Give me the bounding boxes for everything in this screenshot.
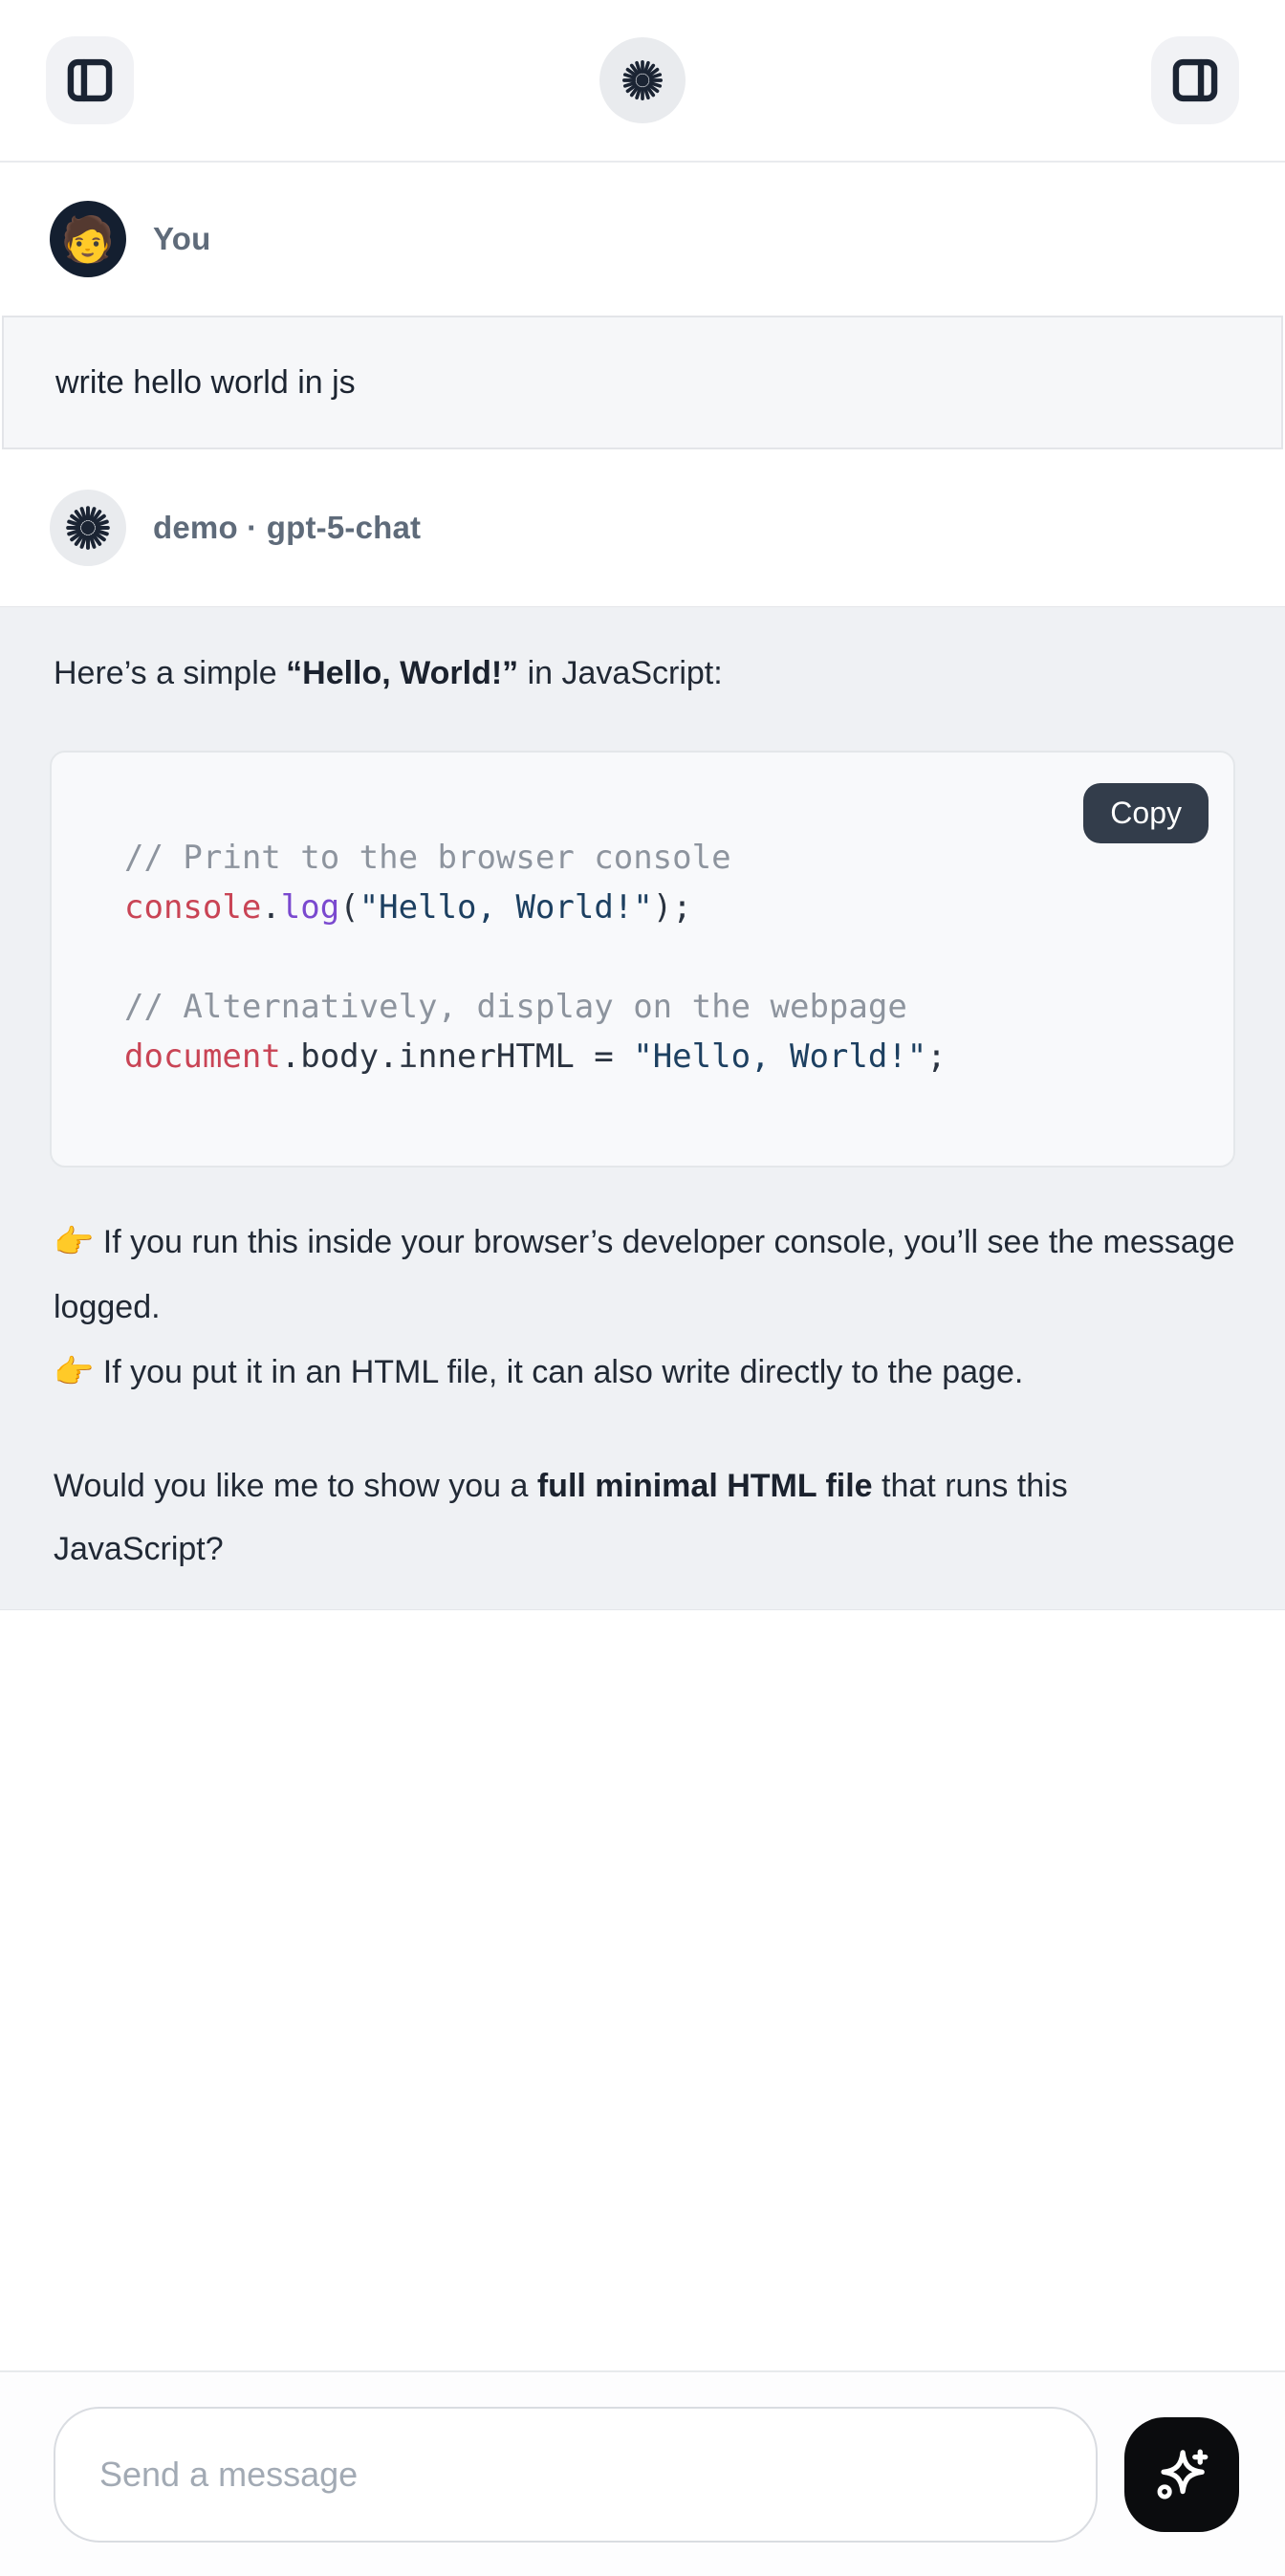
assistant-closing-paragraph: Would you like me to show you a full min… [50, 1454, 1235, 1581]
app-logo-button[interactable] [599, 37, 686, 123]
sidebar-toggle-button[interactable] [46, 36, 134, 124]
user-message-bubble: write hello world in js [2, 316, 1283, 449]
composer-bar [0, 2370, 1285, 2576]
code-block: Copy // Print to the browser consolecons… [50, 751, 1235, 1168]
assistant-sender-label: demo · gpt-5-chat [153, 510, 421, 546]
closing-bold-text: full minimal HTML file [537, 1468, 873, 1504]
user-sender-label: You [153, 221, 210, 257]
code-content: // Print to the browser consoleconsole.l… [52, 753, 1233, 1166]
assistant-message-bubble: Here’s a simple “Hello, World!” in JavaS… [0, 606, 1285, 1610]
assistant-intro-paragraph: Here’s a simple “Hello, World!” in JavaS… [50, 642, 1235, 705]
code-line: console.log("Hello, World!"); [124, 883, 1195, 932]
assistant-message-header: demo · gpt-5-chat [0, 449, 1285, 606]
message-input[interactable] [54, 2407, 1098, 2543]
top-bar [0, 0, 1285, 163]
code-line: document.body.innerHTML = "Hello, World!… [124, 1032, 1195, 1081]
panel-left-icon [63, 54, 117, 107]
copy-code-button[interactable]: Copy [1083, 783, 1209, 843]
sparkle-icon [1150, 2443, 1213, 2506]
intro-bold-text: “Hello, World!” [286, 655, 518, 691]
tip-line: 👉 If you run this inside your browser’s … [50, 1210, 1235, 1340]
code-line [124, 932, 1195, 982]
chat-empty-space [0, 1610, 1285, 2370]
intro-text: Here’s a simple [54, 655, 286, 691]
assistant-avatar [50, 490, 126, 566]
right-panel-toggle-button[interactable] [1151, 36, 1239, 124]
assistant-tips: 👉 If you run this inside your browser’s … [50, 1210, 1235, 1405]
send-button[interactable] [1124, 2417, 1239, 2532]
person-emoji: 🧑 [60, 217, 115, 261]
user-message-text: write hello world in js [55, 364, 356, 402]
code-line: // Print to the browser console [124, 833, 1195, 883]
panel-right-icon [1168, 54, 1222, 107]
user-message-header: 🧑 You [0, 163, 1285, 316]
user-avatar: 🧑 [50, 201, 126, 277]
starburst-logo-icon [621, 58, 664, 102]
starburst-avatar-icon [64, 504, 112, 552]
intro-text-post: in JavaScript: [518, 655, 723, 691]
closing-text: Would you like me to show you a [54, 1468, 537, 1504]
tip-line: 👉 If you put it in an HTML file, it can … [50, 1340, 1235, 1405]
chat-app: 🧑 You write hello world in js demo · gpt… [0, 0, 1285, 2576]
code-line: // Alternatively, display on the webpage [124, 982, 1195, 1032]
